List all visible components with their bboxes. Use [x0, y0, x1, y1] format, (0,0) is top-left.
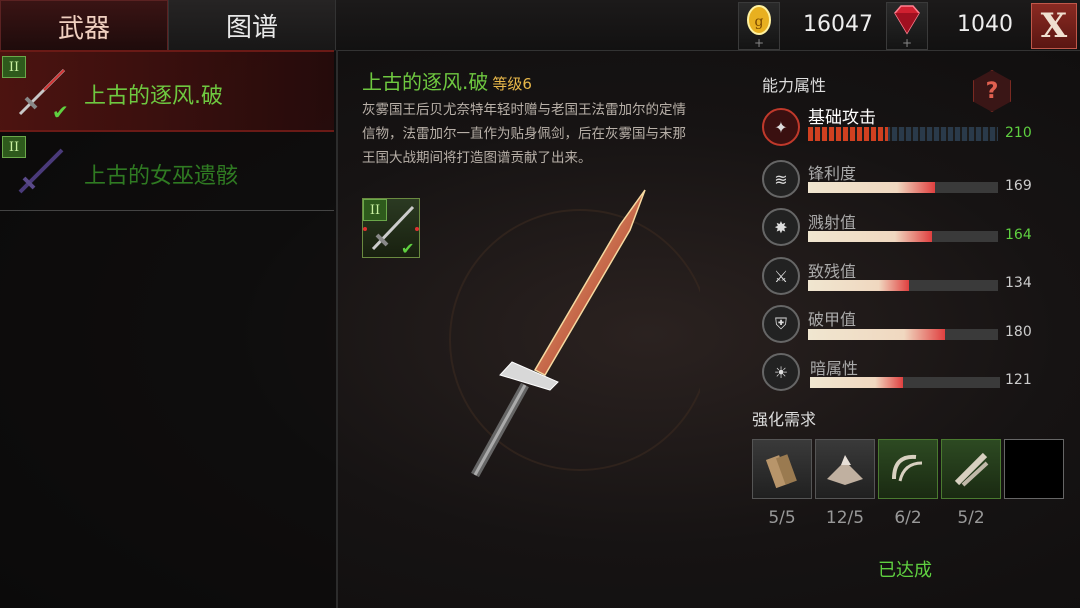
gold-add-button[interactable]: g + — [738, 2, 780, 50]
stat-label: 致残值 — [808, 262, 857, 281]
tab-blueprints[interactable]: 图谱 — [168, 0, 336, 50]
attack-icon: ✦ — [762, 108, 800, 146]
svg-text:+: + — [754, 36, 764, 49]
stat-value: 180 — [1005, 324, 1032, 340]
attributes-title: 能力属性 — [762, 76, 827, 95]
stat-label: 溅射值 — [808, 213, 857, 232]
stat-bar — [808, 127, 998, 141]
weapon-detail-name: 上古的逐风.破 — [362, 70, 489, 94]
stat-bar — [810, 377, 1000, 388]
equipped-check-icon: ✔ — [401, 239, 415, 258]
requirement-status: 已达成 — [878, 560, 932, 581]
weapon-name: 上古的逐风.破 — [84, 84, 223, 109]
sharpness-icon: ≋ — [762, 160, 800, 198]
equipped-check-icon: ✔ — [52, 100, 69, 124]
close-button[interactable]: X — [1031, 3, 1077, 49]
stat-value: 121 — [1005, 372, 1032, 388]
splash-icon: ✸ — [762, 208, 800, 246]
bone-icon — [954, 452, 989, 487]
stat-label: 锋利度 — [808, 164, 857, 183]
stat-label: 暗属性 — [810, 359, 859, 378]
wood-icon — [765, 454, 797, 489]
material-slot[interactable] — [941, 439, 1001, 499]
weapon-list-item[interactable]: II ✔ 上古的逐风.破 — [0, 50, 334, 132]
tier-badge: II — [363, 199, 387, 221]
stat-label: 破甲值 — [808, 310, 857, 329]
help-icon[interactable]: ? — [973, 70, 1011, 112]
svg-text:g: g — [755, 14, 764, 30]
material-count: 5/2 — [957, 508, 985, 528]
stat-value: 134 — [1005, 275, 1032, 291]
weapon-list-panel: II ✔ 上古的逐风.破 II 上古的女巫遗骸 — [0, 50, 338, 608]
cripple-icon: ⚔ — [762, 257, 800, 295]
svg-text:+: + — [902, 36, 912, 49]
ruby-gem-icon: + — [894, 5, 920, 50]
stat-bar — [808, 182, 998, 193]
dagger-icon — [18, 148, 64, 194]
weapon-name: 上古的女巫遗骸 — [84, 164, 239, 189]
stat-bar — [808, 329, 998, 340]
weapon-title: 上古的逐风.破 等级6 — [362, 66, 532, 95]
material-count: 12/5 — [825, 508, 865, 528]
stat-bar — [808, 280, 998, 291]
stat-value: 164 — [1005, 227, 1032, 243]
requirements-title: 强化需求 — [752, 410, 817, 429]
stat-value: 210 — [1005, 125, 1032, 141]
stat-label: 基础攻击 — [808, 108, 876, 128]
weapon-illustration — [449, 189, 700, 478]
tab-weapons[interactable]: 武器 — [0, 0, 168, 52]
material-slot[interactable] — [752, 439, 812, 499]
claw-icon — [892, 454, 923, 482]
gem-add-button[interactable]: + — [886, 2, 928, 50]
weapon-level: 等级6 — [492, 75, 532, 93]
dark-icon: ☀ — [762, 353, 800, 391]
weapon-list-item[interactable]: II 上古的女巫遗骸 — [0, 132, 334, 211]
material-count: 6/2 — [894, 508, 922, 528]
material-slot[interactable] — [815, 439, 875, 499]
weapon-thumbnail[interactable]: II ✔ — [362, 198, 420, 258]
material-count: 5/5 — [768, 508, 796, 528]
weapon-description: 灰雾国王后贝尤奈特年轻时赠与老国王法雷加尔的定情信物，法雷加尔一直作为贴身佩剑，… — [362, 102, 686, 166]
gold-amount: 16047 — [803, 12, 873, 37]
material-slot[interactable] — [878, 439, 938, 499]
stat-bar — [808, 231, 998, 242]
gem-amount: 1040 — [957, 12, 1013, 37]
gold-coin-icon: g + — [747, 5, 771, 50]
ore-icon — [827, 455, 863, 485]
empty-slot — [1004, 439, 1064, 499]
armor-break-icon: ⛨ — [762, 305, 800, 343]
stat-value: 169 — [1005, 178, 1032, 194]
